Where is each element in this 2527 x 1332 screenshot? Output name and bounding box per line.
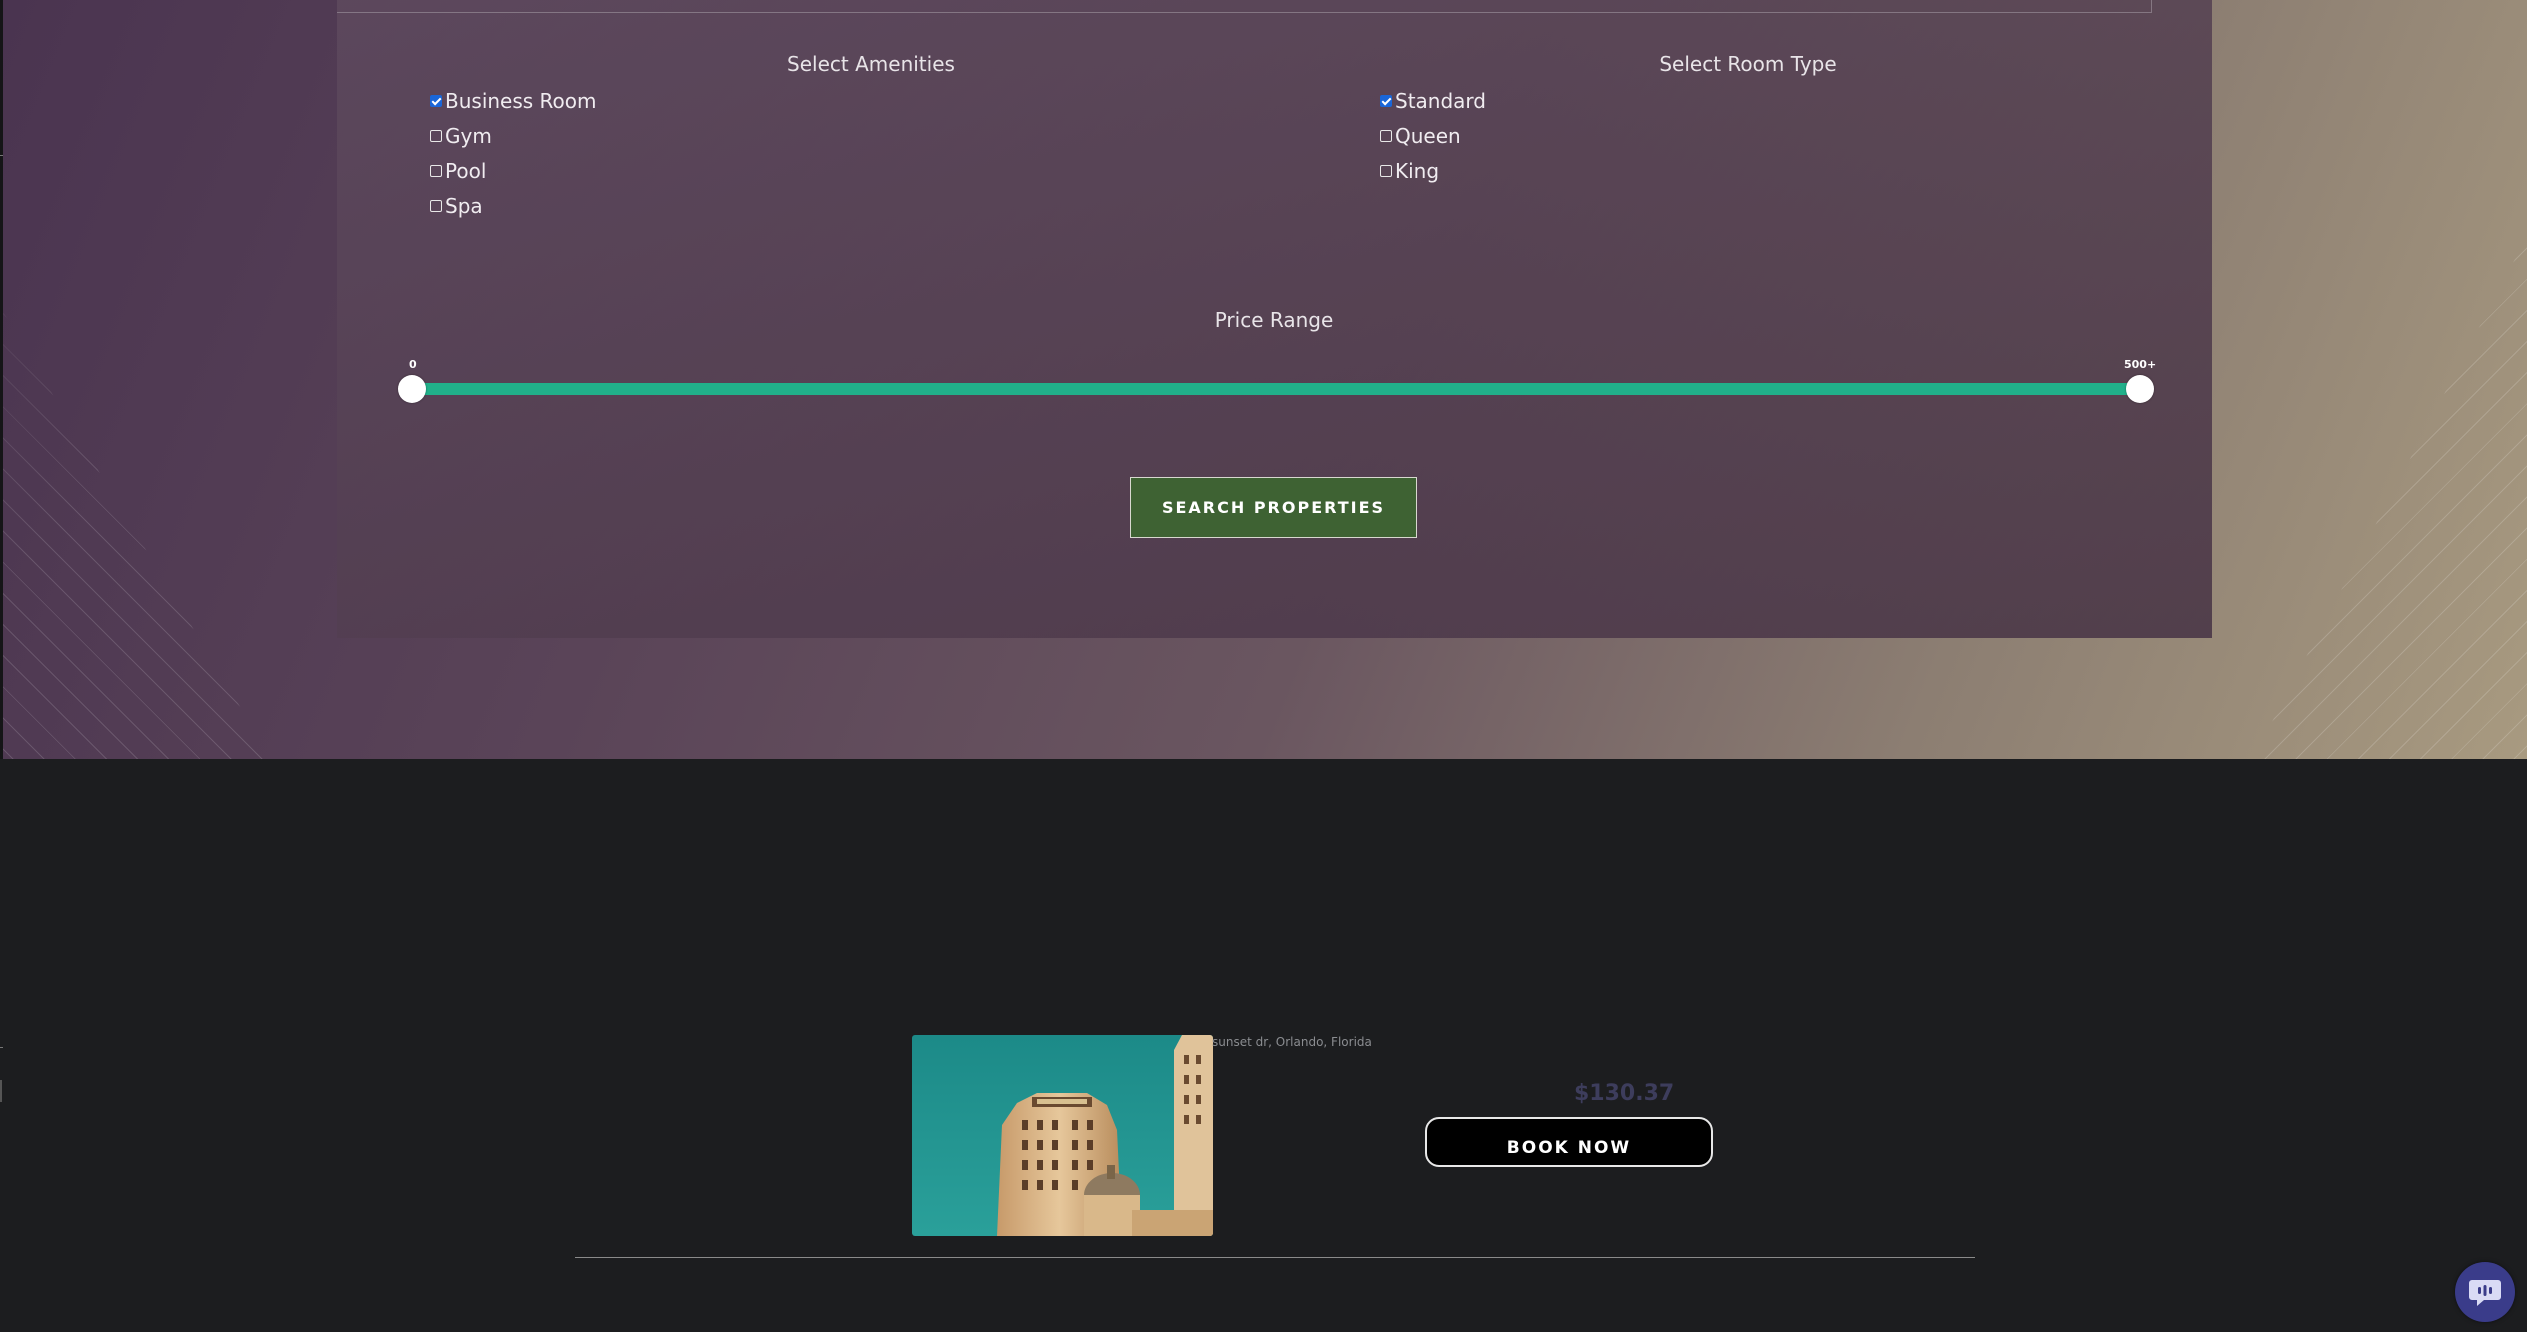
amenity-business-room[interactable]: Business Room <box>430 89 597 113</box>
amenity-label: Gym <box>445 124 492 148</box>
checkbox-checked-icon[interactable] <box>430 95 442 107</box>
checkbox-unchecked-icon[interactable] <box>1380 165 1392 177</box>
price-min-label: 0 <box>409 358 417 371</box>
listing-address: sunset dr, Orlando, Florida <box>1212 1035 1372 1049</box>
checkbox-unchecked-icon[interactable] <box>430 200 442 212</box>
amenity-pool[interactable]: Pool <box>430 159 486 183</box>
hotel-building-photo <box>912 1035 1213 1236</box>
edge-marker <box>0 155 3 156</box>
room-type-label: Queen <box>1395 124 1461 148</box>
room-type-standard[interactable]: Standard <box>1380 89 1486 113</box>
price-min-handle[interactable] <box>398 375 426 403</box>
hero-section: Select Amenities Business Room Gym Pool … <box>0 0 2527 759</box>
room-type-title: Select Room Type <box>1659 52 1837 76</box>
room-type-label: King <box>1395 159 1440 183</box>
amenity-label: Spa <box>445 194 483 218</box>
listing-price: $130.37 <box>1574 1081 1675 1106</box>
price-range-title: Price Range <box>1214 308 1334 332</box>
chat-button[interactable] <box>2455 1262 2515 1322</box>
room-type-queen[interactable]: Queen <box>1380 124 1461 148</box>
amenity-label: Pool <box>445 159 487 183</box>
listing-image[interactable] <box>912 1035 1213 1236</box>
room-type-label: Standard <box>1395 89 1486 113</box>
amenities-title: Select Amenities <box>787 52 955 76</box>
room-type-king[interactable]: King <box>1380 159 1439 183</box>
checkbox-checked-icon[interactable] <box>1380 95 1392 107</box>
checkbox-unchecked-icon[interactable] <box>430 165 442 177</box>
price-max-label: 500+ <box>2124 358 2157 371</box>
checkbox-unchecked-icon[interactable] <box>430 130 442 142</box>
amenity-gym[interactable]: Gym <box>430 124 492 148</box>
book-now-button[interactable]: BOOK NOW <box>1425 1117 1713 1167</box>
amenity-label: Business Room <box>445 89 597 113</box>
price-max-handle[interactable] <box>2126 375 2154 403</box>
amenity-spa[interactable]: Spa <box>430 194 483 218</box>
search-properties-button[interactable]: SEARCH PROPERTIES <box>1130 477 1417 538</box>
page-edge <box>0 0 3 759</box>
checkbox-unchecked-icon[interactable] <box>1380 130 1392 142</box>
search-filter-panel: Select Amenities Business Room Gym Pool … <box>337 0 2212 638</box>
panel-top-border <box>337 0 2152 13</box>
chat-bubble-icon <box>2469 1280 2501 1306</box>
price-range-track[interactable] <box>412 383 2140 395</box>
edge-marker <box>0 1047 3 1048</box>
listing-divider <box>575 1257 1975 1258</box>
edge-marker <box>0 1080 2 1102</box>
